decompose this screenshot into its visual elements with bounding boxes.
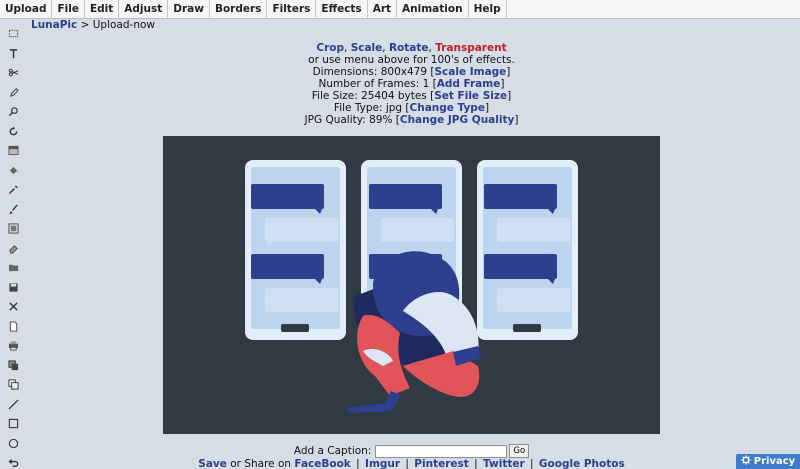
crop-link[interactable]: Crop — [316, 42, 344, 54]
menu-adjust[interactable]: Adjust — [119, 0, 169, 19]
add-frame-link[interactable]: Add Frame — [437, 78, 501, 90]
image-canvas[interactable] — [163, 136, 660, 434]
open-folder-icon[interactable] — [4, 258, 22, 278]
filetype-label: File Type: jpg [ — [333, 102, 410, 114]
bracket: ] — [514, 114, 519, 126]
privacy-label: Privacy — [753, 456, 796, 467]
menu-filters[interactable]: Filters — [267, 0, 317, 19]
rotate-icon[interactable] — [4, 122, 22, 142]
share-separator: | — [356, 458, 360, 469]
menu-upload[interactable]: Upload — [0, 0, 53, 19]
paint-bucket-icon[interactable] — [4, 161, 22, 181]
frames-line: Number of Frames: 1 [Add Frame] — [163, 78, 660, 90]
tool-sidebar: ? — [4, 24, 22, 469]
imgur-link[interactable]: Imgur — [365, 458, 400, 469]
resize-icon[interactable] — [4, 219, 22, 239]
phone-illustration — [245, 160, 346, 340]
dimensions-label: Dimensions: 800x479 [ — [312, 66, 435, 78]
scale-link[interactable]: Scale — [351, 42, 383, 54]
facebook-link[interactable]: FaceBook — [294, 458, 350, 469]
google-photos-link[interactable]: Google Photos — [539, 458, 625, 469]
privacy-button[interactable]: Privacy — [736, 454, 800, 469]
menu-effects[interactable]: Effects — [316, 0, 368, 19]
marquee-select-icon[interactable] — [4, 24, 22, 44]
save-disk-icon[interactable] — [4, 278, 22, 298]
twitter-link[interactable]: Twitter — [483, 458, 525, 469]
bracket: ] — [500, 78, 505, 90]
transparent-link[interactable]: Transparent — [435, 42, 506, 54]
uploaded-image — [163, 136, 660, 434]
top-menu-bar: Upload File Edit Adjust Draw Borders Fil… — [0, 0, 800, 19]
filesize-line: File Size: 25404 bytes [Set File Size] — [163, 90, 660, 102]
filetype-line: File Type: jpg [Change Type] — [163, 102, 660, 114]
scale-image-link[interactable]: Scale Image — [434, 66, 506, 78]
brush-icon[interactable] — [4, 200, 22, 220]
caption-input[interactable] — [375, 444, 508, 458]
share-row: Save or Share on FaceBook | Imgur | Pint… — [0, 458, 800, 469]
share-separator: | — [405, 458, 409, 469]
filesize-label: File Size: 25404 bytes [ — [311, 90, 435, 102]
rotate-link[interactable]: Rotate — [389, 42, 429, 54]
zoom-icon[interactable] — [4, 102, 22, 122]
comma-separator: , — [382, 42, 389, 54]
set-file-size-link[interactable]: Set File Size — [434, 90, 507, 102]
pencil-icon[interactable] — [4, 83, 22, 103]
menu-draw[interactable]: Draw — [168, 0, 210, 19]
menu-edit[interactable]: Edit — [85, 0, 120, 19]
quick-actions-line: Crop, Scale, Rotate, Transparent — [163, 42, 660, 54]
breadcrumb-separator: > — [77, 19, 93, 31]
breadcrumb-page: Upload-now — [92, 19, 155, 31]
menu-art[interactable]: Art — [368, 0, 398, 19]
menu-help[interactable]: Help — [469, 0, 507, 19]
comma-separator: , — [344, 42, 351, 54]
quality-label: JPG Quality: 89% [ — [304, 114, 400, 126]
eyedropper-icon[interactable] — [4, 180, 22, 200]
line-icon[interactable] — [4, 395, 22, 415]
scissors-icon[interactable] — [4, 63, 22, 83]
caption-go-button[interactable]: Go — [509, 444, 530, 458]
share-separator: | — [474, 458, 478, 469]
gradient-icon[interactable] — [4, 141, 22, 161]
eraser-icon[interactable] — [4, 239, 22, 259]
layers-icon[interactable] — [4, 356, 22, 376]
new-page-icon[interactable] — [4, 317, 22, 337]
copy-icon[interactable] — [4, 375, 22, 395]
print-icon[interactable] — [4, 336, 22, 356]
phone-illustration — [477, 160, 578, 340]
bracket: ] — [484, 102, 490, 114]
image-info-panel: Crop, Scale, Rotate, Transparent or use … — [163, 42, 660, 126]
rectangle-icon[interactable] — [4, 414, 22, 434]
share-prefix: or Share on — [226, 458, 295, 469]
breadcrumb: LunaPic > Upload-now — [31, 19, 155, 32]
pinterest-link[interactable]: Pinterest — [414, 458, 468, 469]
quality-line: JPG Quality: 89% [Change JPG Quality] — [163, 114, 660, 126]
breadcrumb-site-link[interactable]: LunaPic — [31, 19, 77, 31]
effects-hint: or use menu above for 100's of effects. — [308, 54, 515, 66]
save-link[interactable]: Save — [198, 458, 227, 469]
bracket: ] — [507, 90, 512, 102]
close-x-icon[interactable] — [4, 297, 22, 317]
frames-label: Number of Frames: 1 [ — [318, 78, 437, 90]
caption-form: Add a Caption: Go — [0, 444, 800, 458]
share-separator: | — [530, 458, 534, 469]
menu-borders[interactable]: Borders — [210, 0, 268, 19]
change-type-link[interactable]: Change Type — [410, 102, 485, 114]
gear-icon — [741, 455, 751, 468]
bracket: ] — [506, 66, 511, 78]
dimensions-line: Dimensions: 800x479 [Scale Image] — [163, 66, 660, 78]
change-jpg-quality-link[interactable]: Change JPG Quality — [400, 114, 514, 126]
text-icon[interactable] — [4, 44, 22, 64]
menu-animation[interactable]: Animation — [397, 0, 469, 19]
caption-label: Add a Caption: — [293, 445, 372, 457]
menu-file[interactable]: File — [52, 0, 85, 19]
